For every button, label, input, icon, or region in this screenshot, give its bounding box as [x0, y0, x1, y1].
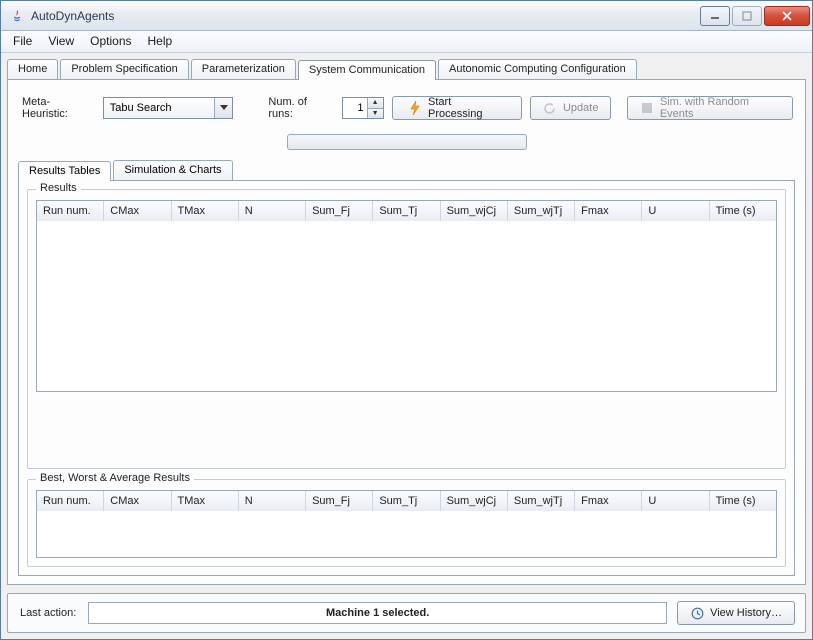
refresh-icon: [543, 101, 557, 115]
update-button[interactable]: Update: [530, 96, 611, 120]
start-processing-button[interactable]: Start Processing: [392, 96, 522, 120]
col-cmax[interactable]: CMax: [104, 491, 171, 511]
col-u[interactable]: U: [642, 201, 709, 221]
results-group-title: Results: [36, 182, 81, 194]
bwa-group-title: Best, Worst & Average Results: [36, 472, 194, 484]
meta-heuristic-select[interactable]: Tabu Search: [103, 97, 233, 119]
tab-home[interactable]: Home: [7, 59, 58, 79]
clock-icon: [690, 606, 704, 620]
tab-problem-spec[interactable]: Problem Specification: [60, 59, 188, 79]
menu-file[interactable]: File: [5, 32, 40, 51]
col-n[interactable]: N: [239, 201, 306, 221]
progress-bar: [287, 134, 527, 150]
col-tmax[interactable]: TMax: [172, 201, 239, 221]
sim-random-events-button[interactable]: Sim. with Random Events: [627, 96, 793, 120]
col-fmax[interactable]: Fmax: [575, 201, 642, 221]
num-runs-label: Num. of runs:: [266, 96, 333, 120]
col-u[interactable]: U: [642, 491, 709, 511]
meta-heuristic-label: Meta-Heuristic:: [20, 96, 95, 120]
tab-autonomic-config[interactable]: Autonomic Computing Configuration: [438, 59, 637, 79]
col-run-num[interactable]: Run num.: [37, 491, 104, 511]
results-tbody: [37, 221, 776, 391]
sub-tabwrap: Results Tables Simulation & Charts Resul…: [18, 160, 795, 576]
col-sum-tj[interactable]: Sum_Tj: [373, 491, 440, 511]
results-thead: Run num. CMax TMax N Sum_Fj Sum_Tj Sum_w…: [37, 201, 776, 221]
spinner-down[interactable]: ▼: [368, 108, 383, 119]
col-sum-tj[interactable]: Sum_Tj: [373, 201, 440, 221]
col-sum-wjcj[interactable]: Sum_wjCj: [441, 201, 508, 221]
bwa-thead: Run num. CMax TMax N Sum_Fj Sum_Tj Sum_w…: [37, 491, 776, 511]
titlebar: AutoDynAgents: [1, 1, 812, 31]
menu-view[interactable]: View: [40, 32, 82, 51]
col-cmax[interactable]: CMax: [104, 201, 171, 221]
spinner-up[interactable]: ▲: [368, 98, 383, 108]
num-runs-spinner[interactable]: ▲ ▼: [342, 97, 384, 119]
bwa-table[interactable]: Run num. CMax TMax N Sum_Fj Sum_Tj Sum_w…: [36, 490, 777, 558]
menu-help[interactable]: Help: [140, 32, 181, 51]
col-sum-fj[interactable]: Sum_Fj: [306, 491, 373, 511]
tab-system-communication[interactable]: System Communication: [298, 60, 436, 80]
subtab-simulation-charts[interactable]: Simulation & Charts: [113, 160, 232, 180]
app-window: AutoDynAgents File View Options Help Hom…: [0, 0, 813, 640]
controls-row: Meta-Heuristic: Tabu Search Num. of runs…: [18, 90, 795, 130]
col-time[interactable]: Time (s): [710, 491, 776, 511]
col-sum-wjtj[interactable]: Sum_wjTj: [508, 491, 575, 511]
statusbar: Last action: Machine 1 selected. View Hi…: [7, 593, 806, 633]
col-time[interactable]: Time (s): [710, 201, 776, 221]
menu-options[interactable]: Options: [82, 32, 139, 51]
view-history-label: View History…: [710, 607, 782, 619]
results-table[interactable]: Run num. CMax TMax N Sum_Fj Sum_Tj Sum_w…: [36, 200, 777, 392]
tab-parameterization[interactable]: Parameterization: [191, 59, 296, 79]
last-action-message: Machine 1 selected.: [88, 602, 667, 624]
update-label: Update: [563, 102, 598, 114]
window-title: AutoDynAgents: [31, 9, 698, 23]
col-sum-wjcj[interactable]: Sum_wjCj: [441, 491, 508, 511]
sub-tabstrip: Results Tables Simulation & Charts: [18, 160, 795, 180]
java-icon: [9, 8, 25, 24]
last-action-label: Last action:: [18, 607, 78, 619]
maximize-button[interactable]: [732, 6, 762, 26]
col-fmax[interactable]: Fmax: [575, 491, 642, 511]
lightning-icon: [409, 101, 422, 115]
col-n[interactable]: N: [239, 491, 306, 511]
chevron-down-icon: [214, 98, 232, 118]
content-area: Home Problem Specification Parameterizat…: [1, 53, 812, 639]
col-run-num[interactable]: Run num.: [37, 201, 104, 221]
minimize-button[interactable]: [700, 6, 730, 26]
menubar: File View Options Help: [1, 31, 812, 53]
start-processing-label: Start Processing: [428, 96, 505, 120]
col-tmax[interactable]: TMax: [172, 491, 239, 511]
close-button[interactable]: [764, 6, 810, 26]
meta-heuristic-value: Tabu Search: [110, 102, 172, 114]
col-sum-wjtj[interactable]: Sum_wjTj: [508, 201, 575, 221]
results-group: Results Run num. CMax TMax N Sum_Fj Sum_…: [27, 189, 786, 469]
window-controls: [698, 6, 810, 26]
subtab-results-tables[interactable]: Results Tables: [18, 161, 111, 181]
col-sum-fj[interactable]: Sum_Fj: [306, 201, 373, 221]
num-runs-input[interactable]: [343, 98, 367, 118]
sim-random-events-label: Sim. with Random Events: [660, 96, 780, 120]
view-history-button[interactable]: View History…: [677, 601, 795, 625]
bwa-tbody: [37, 511, 776, 557]
sub-tabbody: Results Run num. CMax TMax N Sum_Fj Sum_…: [18, 180, 795, 576]
square-icon: [640, 101, 653, 115]
bwa-group: Best, Worst & Average Results Run num. C…: [27, 479, 786, 567]
main-tabstrip: Home Problem Specification Parameterizat…: [7, 59, 806, 79]
main-tabbody: Meta-Heuristic: Tabu Search Num. of runs…: [7, 79, 806, 585]
